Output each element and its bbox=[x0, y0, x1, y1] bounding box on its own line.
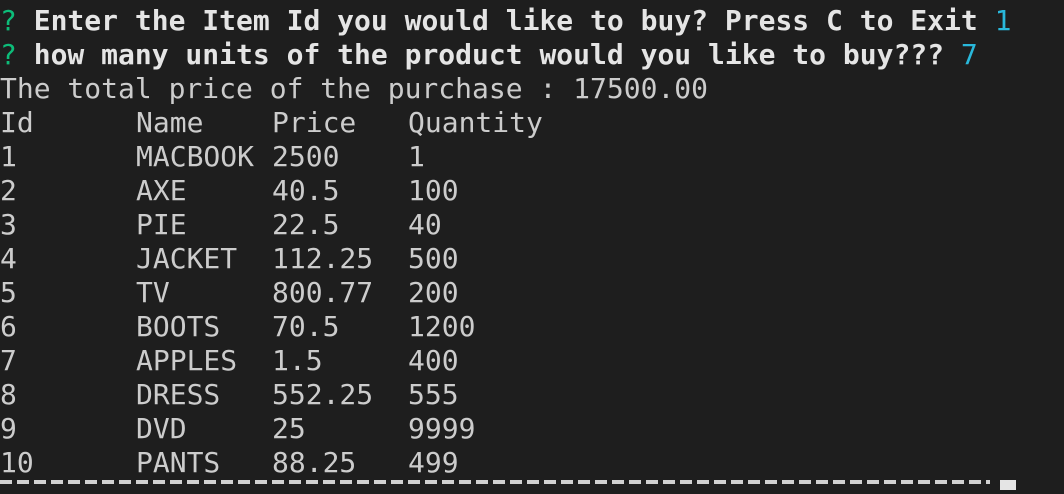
cell-price: 40.5 bbox=[272, 174, 340, 207]
cell-name: APPLES bbox=[136, 344, 238, 377]
cell-price: 112.25 bbox=[272, 242, 374, 275]
cell-quantity: 200 bbox=[408, 276, 459, 309]
clipped-text bbox=[0, 480, 990, 484]
header-id: Id bbox=[0, 106, 34, 139]
prompt-question-mark: ? bbox=[0, 38, 17, 71]
table-row: 3 PIE 22.5 40 bbox=[0, 208, 1064, 242]
table-row: 10 PANTS 88.25 499 bbox=[0, 446, 1064, 480]
table-row: 9 DVD 25 9999 bbox=[0, 412, 1064, 446]
table-row: 7 APPLES 1.5 400 bbox=[0, 344, 1064, 378]
cell-quantity: 40 bbox=[408, 208, 442, 241]
cell-name: JACKET bbox=[136, 242, 238, 275]
cell-id: 5 bbox=[0, 276, 17, 309]
cell-id: 6 bbox=[0, 310, 17, 343]
cell-price: 2500 bbox=[272, 140, 340, 173]
header-name: Name bbox=[136, 106, 204, 139]
table-row: 8 DRESS 552.25 555 bbox=[0, 378, 1064, 412]
header-quantity: Quantity bbox=[408, 106, 543, 139]
cell-quantity: 9999 bbox=[408, 412, 476, 445]
cell-price: 88.25 bbox=[272, 446, 357, 479]
cell-name: BOOTS bbox=[136, 310, 221, 343]
table-body: 1 MACBOOK 2500 1 2 AXE 40.5 100 3 PIE 22.5 40 4 JACKE… bbox=[0, 140, 1064, 480]
cell-price: 70.5 bbox=[272, 310, 340, 343]
prompt-answer: 7 bbox=[960, 38, 978, 71]
cell-id: 10 bbox=[0, 446, 34, 479]
table-row: 2 AXE 40.5 100 bbox=[0, 174, 1064, 208]
next-prompt-partial-line bbox=[0, 480, 1064, 494]
prompt-question-text: Enter the Item Id you would like to buy?… bbox=[33, 4, 978, 37]
prompt-question-text: how many units of the product would you … bbox=[33, 38, 945, 71]
terminal-output: ? Enter the Item Id you would like to bu… bbox=[0, 4, 1064, 490]
cell-quantity: 499 bbox=[408, 446, 459, 479]
terminal-cursor[interactable] bbox=[1000, 480, 1016, 490]
cell-quantity: 1200 bbox=[408, 310, 476, 343]
cell-name: TV bbox=[136, 276, 170, 309]
cell-name: PANTS bbox=[136, 446, 221, 479]
cell-name: MACBOOK bbox=[136, 140, 255, 173]
header-price: Price bbox=[272, 106, 357, 139]
cell-name: DRESS bbox=[136, 378, 221, 411]
cell-quantity: 1 bbox=[408, 140, 425, 173]
cell-price: 552.25 bbox=[272, 378, 374, 411]
cell-name: AXE bbox=[136, 174, 187, 207]
cell-name: DVD bbox=[136, 412, 187, 445]
cell-id: 2 bbox=[0, 174, 17, 207]
cell-quantity: 500 bbox=[408, 242, 459, 275]
cell-quantity: 555 bbox=[408, 378, 459, 411]
prompt-answer: 1 bbox=[994, 4, 1012, 37]
cell-quantity: 400 bbox=[408, 344, 459, 377]
cell-price: 800.77 bbox=[272, 276, 374, 309]
cell-id: 1 bbox=[0, 140, 17, 173]
cell-quantity: 100 bbox=[408, 174, 459, 207]
cell-id: 7 bbox=[0, 344, 17, 377]
cell-price: 25 bbox=[272, 412, 306, 445]
table-row: 6 BOOTS 70.5 1200 bbox=[0, 310, 1064, 344]
table-row: 4 JACKET 112.25 500 bbox=[0, 242, 1064, 276]
cell-price: 1.5 bbox=[272, 344, 323, 377]
table-row: 5 TV 800.77 200 bbox=[0, 276, 1064, 310]
prompt-line-units: ? how many units of the product would yo… bbox=[0, 38, 1064, 72]
cell-id: 8 bbox=[0, 378, 17, 411]
total-price-line: The total price of the purchase : 17500.… bbox=[0, 72, 709, 105]
cell-id: 4 bbox=[0, 242, 17, 275]
prompt-line-item-id: ? Enter the Item Id you would like to bu… bbox=[0, 4, 1064, 38]
table-header: Id Name Price Quantity bbox=[0, 106, 1064, 140]
cell-id: 3 bbox=[0, 208, 17, 241]
prompt-question-mark: ? bbox=[0, 4, 17, 37]
table-row: 1 MACBOOK 2500 1 bbox=[0, 140, 1064, 174]
cell-id: 9 bbox=[0, 412, 17, 445]
cell-price: 22.5 bbox=[272, 208, 340, 241]
cell-name: PIE bbox=[136, 208, 187, 241]
